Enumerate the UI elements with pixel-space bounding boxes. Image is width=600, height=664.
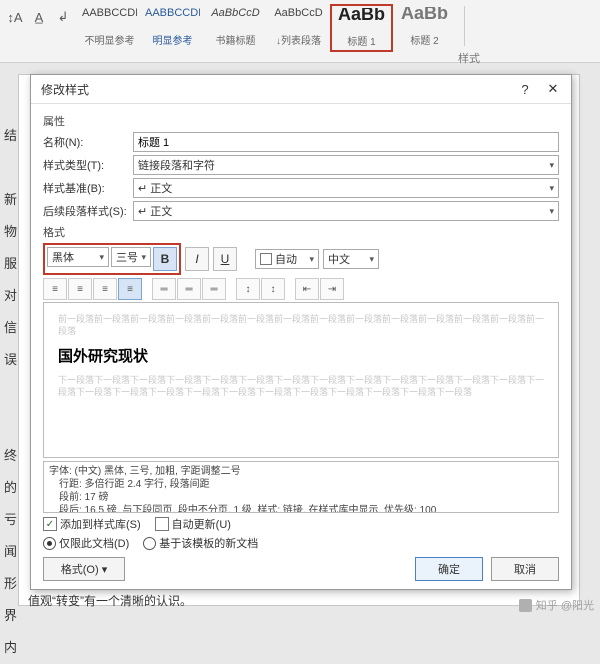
format-button[interactable]: 格式(O) ▾ — [43, 557, 125, 581]
base-label: 样式基准(B): — [43, 180, 133, 196]
preview-box: 前一段落前一段落前一段落前一段落前一段落前一段落前一段落前一段落前一段落前一段落… — [43, 302, 559, 458]
spacing-15-icon[interactable]: ═ — [177, 278, 201, 300]
space-before-icon[interactable]: ↕ — [236, 278, 260, 300]
style-heading1[interactable]: AaBb标题 1 — [330, 4, 393, 52]
zhihu-icon — [519, 599, 532, 612]
cancel-button[interactable]: 取消 — [491, 557, 559, 581]
font-name-select[interactable]: 黑体▾ — [47, 247, 109, 267]
modify-style-dialog: 修改样式 ? ✕ 属性 名称(N): 样式类型(T): 链接段落和字符▾ 样式基… — [30, 74, 572, 590]
document-text-bottom: 值观“转变”有一个清晰的认识。 — [28, 592, 192, 609]
space-after-icon[interactable]: ↕ — [261, 278, 285, 300]
ribbon-group-label: 样式 — [458, 50, 480, 66]
ok-button[interactable]: 确定 — [415, 557, 483, 581]
close-button[interactable]: ✕ — [539, 77, 567, 101]
style-description: 字体: (中文) 黑体, 三号, 加粗, 字距调整二号 行距: 多倍行距 2.4… — [43, 461, 559, 513]
format-painter-icon[interactable]: ↲ — [54, 8, 72, 26]
section-properties: 属性 — [43, 113, 559, 129]
font-size-select[interactable]: 三号▾ — [111, 247, 151, 267]
based-on-template-radio[interactable]: 基于该模板的新文档 — [143, 535, 258, 551]
name-label: 名称(N): — [43, 134, 133, 150]
indent-dec-icon[interactable]: ⇤ — [295, 278, 319, 300]
next-select[interactable]: ↵ 正文▾ — [133, 201, 559, 221]
styles-gallery[interactable]: AABBCCDI不明显参考 AABBCCDI明显参考 AaBbCcD书籍标题 A… — [78, 4, 456, 52]
margin-icon[interactable]: A̲ — [30, 8, 48, 26]
underline-button[interactable]: U — [213, 247, 237, 271]
help-button[interactable]: ? — [511, 77, 539, 101]
type-label: 样式类型(T): — [43, 157, 133, 173]
auto-update-checkbox[interactable]: 自动更新(U) — [155, 516, 231, 532]
font-color-select[interactable]: 自动▾ — [255, 249, 319, 269]
font-highlight-box: 黑体▾ 三号▾ B — [43, 243, 181, 275]
indent-inc-icon[interactable]: ⇥ — [320, 278, 344, 300]
name-input[interactable] — [133, 132, 559, 152]
italic-button[interactable]: I — [185, 247, 209, 271]
watermark: 知乎 @阳光 — [519, 597, 594, 613]
lang-select[interactable]: 中文▾ — [323, 249, 379, 269]
align-left-icon[interactable]: ≡ — [43, 278, 67, 300]
align-right-icon[interactable]: ≡ — [93, 278, 117, 300]
titlebar[interactable]: 修改样式 ? ✕ — [31, 75, 571, 104]
spacing-1-icon[interactable]: ═ — [152, 278, 176, 300]
type-select[interactable]: 链接段落和字符▾ — [133, 155, 559, 175]
section-format: 格式 — [43, 224, 559, 240]
add-to-gallery-checkbox[interactable]: ✓添加到样式库(S) — [43, 516, 141, 532]
align-center-icon[interactable]: ≡ — [68, 278, 92, 300]
bold-button[interactable]: B — [153, 247, 177, 271]
spacing-2-icon[interactable]: ═ — [202, 278, 226, 300]
dialog-title: 修改样式 — [41, 81, 89, 98]
document-text-behind: 结 新 物 服 对 信 误 终 的 亏 闻 形 界 内 — [4, 120, 17, 664]
ribbon: ↕A A̲ ↲ AABBCCDI不明显参考 AABBCCDI明显参考 AaBbC… — [0, 0, 600, 63]
only-this-doc-radio[interactable]: 仅限此文档(D) — [43, 535, 129, 551]
text-direction-icon[interactable]: ↕A — [6, 8, 24, 26]
preview-sample-text: 国外研究现状 — [58, 345, 544, 366]
base-select[interactable]: ↵ 正文▾ — [133, 178, 559, 198]
paragraph-toolbar: ≡ ≡ ≡ ≡ ═ ═ ═ ↕ ↕ ⇤ ⇥ — [43, 278, 559, 300]
align-justify-icon[interactable]: ≡ — [118, 278, 142, 300]
next-label: 后续段落样式(S): — [43, 203, 133, 219]
